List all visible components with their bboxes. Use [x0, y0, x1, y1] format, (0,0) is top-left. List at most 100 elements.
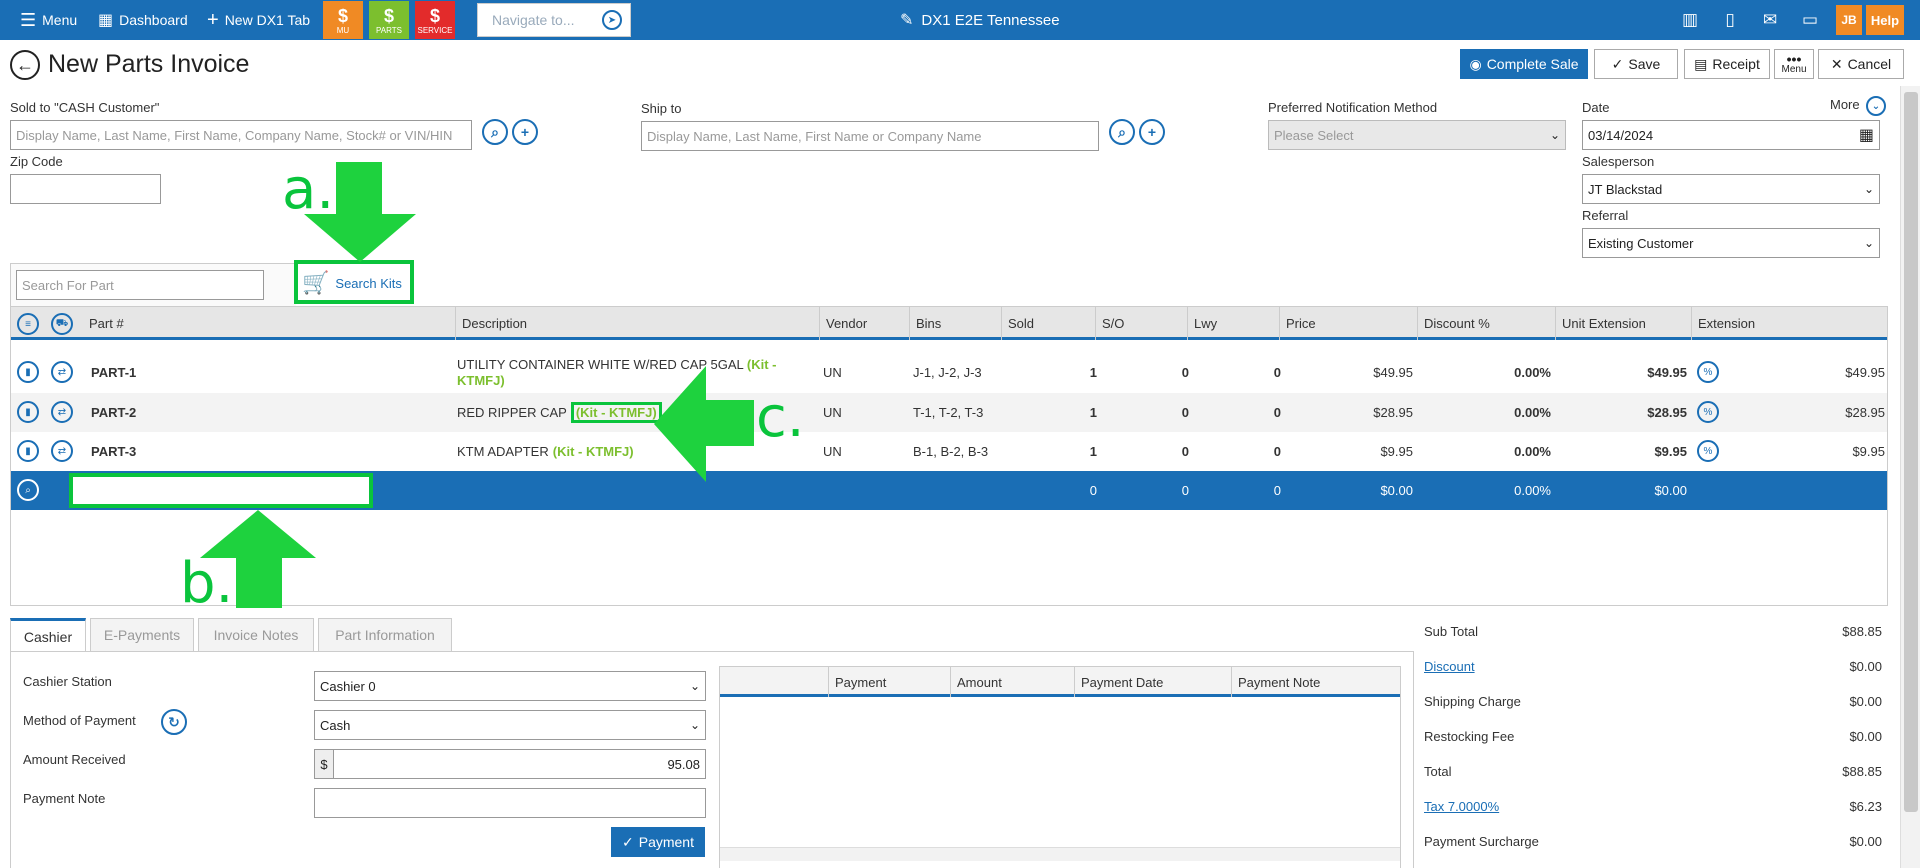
cell-so: 0 — [1181, 444, 1189, 459]
tab-invoice-notes[interactable]: Invoice Notes — [198, 618, 314, 652]
swap-icon[interactable]: ⇄ — [51, 361, 73, 383]
grid-options-icon[interactable]: ≡ — [17, 313, 39, 335]
col-price[interactable]: Price — [1279, 307, 1417, 340]
complete-sale-button[interactable]: ◉ Complete Sale — [1460, 49, 1588, 79]
new-tab-label: New DX1 Tab — [224, 12, 311, 28]
payment-button[interactable]: ✓ Payment — [611, 827, 705, 857]
tab-e-payments[interactable]: E-Payments — [90, 618, 194, 652]
col-vendor[interactable]: Vendor — [819, 307, 909, 340]
sold-to-search-icon[interactable]: ⌕ — [482, 119, 508, 145]
mobile-icon[interactable]: ▯ — [1716, 6, 1744, 34]
more-label[interactable]: More — [1830, 97, 1860, 112]
salesperson-select[interactable]: JT Blackstad ⌄ — [1582, 174, 1880, 204]
zip-code-input[interactable] — [10, 174, 161, 204]
chevron-down-icon: ⌄ — [1863, 236, 1874, 250]
more-menu-button[interactable]: ••• Menu — [1774, 49, 1814, 79]
tile-parts[interactable]: $ PARTS — [369, 1, 409, 39]
arrow-a-shaft — [336, 162, 382, 214]
payment-note-input[interactable] — [314, 788, 706, 818]
calendar-icon[interactable]: ▦ — [1859, 125, 1874, 145]
payments-horizontal-scrollbar[interactable] — [720, 847, 1400, 861]
cell-lwy: 0 — [1273, 405, 1281, 420]
ship-to-add-icon[interactable]: + — [1139, 119, 1165, 145]
page-scrollbar[interactable] — [1900, 86, 1920, 868]
menu-button[interactable]: ☰ Menu — [20, 0, 77, 40]
tab-part-information[interactable]: Part Information — [318, 618, 452, 652]
referral-select[interactable]: Existing Customer ⌄ — [1582, 228, 1880, 258]
col-sold[interactable]: Sold — [1001, 307, 1085, 340]
new-part-entry-row[interactable]: ⌕ 0 0 0 $0.00 0.00% $0.00 — [11, 471, 1887, 510]
dashboard-button[interactable]: ▦ Dashboard — [98, 0, 188, 40]
sold-to-input[interactable]: Display Name, Last Name, First Name, Com… — [10, 120, 472, 150]
highlight-search-kits — [294, 260, 414, 304]
more-chevron-icon[interactable]: ⌄ — [1866, 96, 1886, 116]
amount-received-input[interactable]: 95.08 — [333, 749, 706, 779]
kit-tag: (Kit - KTMFJ) — [552, 444, 634, 459]
tile-mu-label: MU — [336, 25, 350, 35]
cell-unit-extension: $9.95 — [1654, 444, 1687, 459]
new-part-input[interactable] — [69, 473, 373, 508]
tile-service[interactable]: $ SERVICE — [415, 1, 455, 39]
date-input[interactable]: 03/14/2024 ▦ — [1582, 120, 1880, 150]
cashier-station-select[interactable]: Cashier 0 ⌄ — [314, 671, 706, 701]
save-button[interactable]: ✓ Save — [1594, 49, 1678, 79]
page-scrollbar-thumb[interactable] — [1904, 92, 1918, 812]
refresh-icon[interactable]: ↻ — [161, 709, 187, 735]
dealer-title[interactable]: ✎ DX1 E2E Tennessee — [900, 0, 1060, 40]
col-payment-note[interactable]: Payment Note — [1231, 667, 1401, 697]
tax-icon[interactable]: % — [1697, 440, 1719, 462]
sold-to-add-icon[interactable]: + — [512, 119, 538, 145]
delete-row-icon[interactable]: ▮ — [17, 361, 39, 383]
search-part-input[interactable]: Search For Part — [16, 270, 264, 300]
col-amount[interactable]: Amount — [950, 667, 1074, 697]
col-extension[interactable]: Extension — [1691, 307, 1887, 340]
col-description[interactable]: Description — [455, 307, 755, 340]
help-button[interactable]: Help — [1866, 5, 1904, 35]
col-part[interactable]: Part # — [83, 307, 373, 340]
swap-icon[interactable]: ⇄ — [51, 401, 73, 423]
col-bins[interactable]: Bins — [909, 307, 1001, 340]
method-of-payment-select[interactable]: Cash ⌄ — [314, 710, 706, 740]
parts-dollar-icon: $ — [383, 5, 394, 26]
table-row[interactable]: ▮ ⇄ PART-3 KTM ADAPTER (Kit - KTMFJ) UN … — [11, 432, 1887, 471]
tab-cashier[interactable]: Cashier — [10, 618, 86, 652]
back-arrow-icon[interactable]: ← — [10, 50, 40, 80]
receipt-button[interactable]: ▤ Receipt — [1684, 49, 1770, 79]
cell-description: UTILITY CONTAINER WHITE W/RED CAP 5GAL (… — [457, 351, 797, 393]
notification-select[interactable]: Please Select ⌄ — [1268, 120, 1566, 150]
navigate-input[interactable]: Navigate to... ➤ — [477, 3, 631, 37]
cancel-button[interactable]: ✕ Cancel — [1818, 49, 1904, 79]
payments-table-header: Payment Amount Payment Date Payment Note — [720, 667, 1400, 697]
col-lwy[interactable]: Lwy — [1187, 307, 1279, 340]
referral-label: Referral — [1582, 208, 1629, 223]
grid-cart-icon[interactable]: ⛟ — [51, 313, 73, 335]
tax-link[interactable]: Tax 7.0000% — [1424, 799, 1499, 814]
chat-icon[interactable]: ▭ — [1796, 6, 1824, 34]
tax-icon[interactable]: % — [1697, 361, 1719, 383]
ship-to-placeholder: Display Name, Last Name, First Name or C… — [647, 128, 982, 144]
col-payment[interactable]: Payment — [828, 667, 950, 697]
search-icon[interactable]: ⌕ — [17, 479, 39, 501]
chevron-down-icon: ⌄ — [1863, 182, 1874, 196]
ship-to-input[interactable]: Display Name, Last Name, First Name or C… — [641, 121, 1099, 151]
restocking-value: $0.00 — [1849, 729, 1882, 744]
tax-icon[interactable]: % — [1697, 401, 1719, 423]
new-tab-button[interactable]: + New DX1 Tab — [207, 0, 310, 40]
compass-icon[interactable]: ➤ — [602, 10, 622, 30]
swap-icon[interactable]: ⇄ — [51, 440, 73, 462]
col-unit-extension[interactable]: Unit Extension — [1555, 307, 1691, 340]
delete-row-icon[interactable]: ▮ — [17, 440, 39, 462]
notification-label: Preferred Notification Method — [1268, 100, 1438, 115]
ship-to-search-icon[interactable]: ⌕ — [1109, 119, 1135, 145]
col-so[interactable]: S/O — [1095, 307, 1187, 340]
mail-icon[interactable]: ✉ — [1756, 6, 1784, 34]
col-discount[interactable]: Discount % — [1417, 307, 1555, 340]
store-icon[interactable]: ▥ — [1676, 6, 1704, 34]
table-row[interactable]: ▮ ⇄ PART-1 UTILITY CONTAINER WHITE W/RED… — [11, 351, 1887, 393]
tile-mu[interactable]: $ MU — [323, 1, 363, 39]
table-row[interactable]: ▮ ⇄ PART-2 RED RIPPER CAP (Kit - KTMFJ) … — [11, 393, 1887, 432]
discount-link[interactable]: Discount — [1424, 659, 1475, 674]
user-avatar[interactable]: JB — [1836, 5, 1862, 35]
delete-row-icon[interactable]: ▮ — [17, 401, 39, 423]
col-payment-date[interactable]: Payment Date — [1074, 667, 1231, 697]
